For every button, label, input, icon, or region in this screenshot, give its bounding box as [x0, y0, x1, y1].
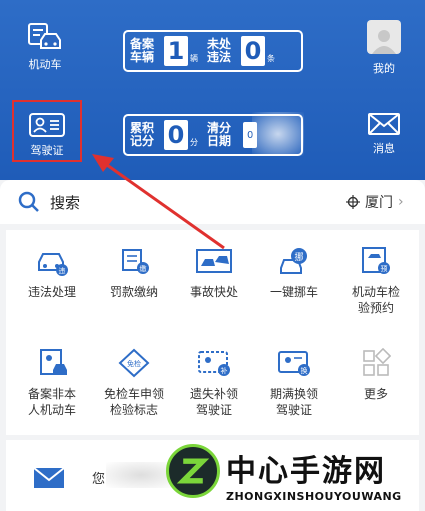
service-violation[interactable]: 违 违法处理 — [8, 246, 96, 300]
location-target-icon — [346, 195, 360, 209]
service-label: 罚款缴纳 — [109, 285, 158, 299]
privacy-blur — [252, 112, 304, 156]
service-label-line1: 备案非本 — [27, 387, 76, 401]
service-label-line2: 驾驶证 — [275, 403, 312, 417]
filed-vehicles-label: 备案 车辆 — [130, 38, 162, 64]
vehicle-count: 1 — [164, 36, 188, 66]
city-selector[interactable]: 厦门 › — [346, 192, 404, 212]
messages-label: 消息 — [373, 142, 395, 155]
points-unit: 分 — [190, 138, 198, 147]
inspection-booking-icon: 预 — [362, 247, 390, 274]
avatar-icon — [367, 20, 401, 54]
service-label-line2: 验预约 — [357, 301, 394, 315]
service-register-car[interactable]: 备案非本 人机动车 — [8, 348, 96, 418]
service-label-line1: 机动车检 — [351, 285, 400, 299]
search-icon — [18, 191, 39, 212]
license-card-icon — [29, 113, 65, 137]
service-label-line2: 检验标志 — [109, 403, 158, 417]
service-move-car[interactable]: 挪 一键挪车 — [250, 246, 338, 300]
service-lost-license[interactable]: 补 遗失补领 驾驶证 — [170, 348, 258, 418]
vehicle-unit: 辆 — [190, 54, 198, 63]
accident-icon — [196, 249, 232, 273]
svg-text:补: 补 — [221, 366, 228, 375]
pending-violations-line2: 违法 — [207, 50, 232, 64]
svg-text:违: 违 — [59, 267, 66, 275]
violation-car-icon: 违 — [38, 253, 68, 276]
vehicle-label: 机动车 — [28, 58, 62, 71]
service-renew-license[interactable]: 换 期满换领 驾驶证 — [250, 348, 338, 418]
svg-text:换: 换 — [301, 366, 308, 375]
service-label-line1: 遗失补领 — [189, 387, 238, 401]
pending-violations-label: 未处 违法 — [207, 38, 239, 64]
points-label: 累积 记分 — [130, 122, 162, 148]
fine-scroll-icon: 缴 — [122, 249, 149, 274]
watermark-title: 中心手游网 — [226, 454, 386, 489]
violation-unit: 条 — [267, 54, 275, 63]
search-bar[interactable]: 搜索 厦门 › — [0, 180, 425, 224]
svg-text:预: 预 — [381, 264, 388, 273]
svg-text:挪: 挪 — [294, 251, 303, 263]
chevron-right-icon: › — [398, 194, 404, 210]
city-label: 厦门 — [365, 195, 393, 211]
filed-vehicles-line2: 车辆 — [130, 50, 155, 64]
service-inspection[interactable]: 预 机动车检 验预约 — [332, 246, 420, 316]
service-exempt-badge[interactable]: 免检 免检车申领 检验标志 — [90, 348, 178, 418]
watermark-subtitle: ZHONGXINSHOUYOUWANG — [226, 490, 402, 503]
service-label: 事故快处 — [189, 285, 238, 299]
service-accident[interactable]: 事故快处 — [170, 246, 258, 300]
mail-icon — [368, 113, 400, 135]
service-label-line1: 期满换领 — [269, 387, 318, 401]
service-label-line2: 人机动车 — [27, 403, 76, 417]
service-label: 违法处理 — [27, 285, 76, 299]
service-label-line2: 驾驶证 — [195, 403, 232, 417]
clear-date-line2: 日期 — [207, 134, 232, 148]
svg-text:缴: 缴 — [140, 264, 147, 273]
renew-license-icon: 换 — [278, 351, 310, 376]
service-fine[interactable]: 缴 罚款缴纳 — [90, 246, 178, 300]
service-more[interactable]: 更多 — [332, 348, 420, 402]
more-grid-icon — [363, 348, 391, 376]
car-icon — [28, 23, 61, 49]
watermark-logo-icon — [166, 444, 220, 498]
license-label: 驾驶证 — [30, 144, 64, 157]
svg-text:免检: 免检 — [127, 359, 141, 368]
move-car-icon: 挪 — [280, 248, 307, 274]
points-line2: 记分 — [130, 134, 155, 148]
message-text: 您 — [92, 472, 106, 487]
register-car-icon — [40, 349, 67, 375]
watermark: 中心手游网 ZHONGXINSHOUYOUWANG — [160, 438, 425, 511]
service-label-line1: 免检车申领 — [103, 387, 164, 401]
header-banner: 机动车 驾驶证 备案 车辆 1 辆 未处 违法 0 条 累积 记分 0 分 清分… — [0, 0, 425, 180]
points-count: 0 — [164, 120, 188, 150]
vehicle-entry[interactable]: 机动车 — [14, 22, 76, 72]
messages-entry[interactable]: 消息 — [356, 112, 412, 156]
service-label: 更多 — [363, 387, 388, 401]
profile-label: 我的 — [373, 62, 395, 75]
license-entry[interactable]: 驾驶证 — [12, 100, 82, 162]
profile-entry[interactable]: 我的 — [356, 20, 412, 76]
envelope-icon — [33, 467, 65, 488]
vehicle-stat-plate[interactable]: 备案 车辆 1 辆 未处 违法 0 条 — [123, 30, 303, 72]
lost-license-icon: 补 — [198, 351, 230, 376]
services-grid: 违 违法处理 缴 罚款缴纳 事故快处 挪 一键挪车 预 机动车检 验预约 备案非… — [6, 230, 419, 435]
service-label: 一键挪车 — [269, 285, 318, 299]
search-label: 搜索 — [50, 193, 81, 212]
clear-date-label: 清分 日期 — [207, 122, 239, 148]
violation-count: 0 — [241, 36, 265, 66]
exempt-badge-icon: 免检 — [118, 348, 150, 378]
